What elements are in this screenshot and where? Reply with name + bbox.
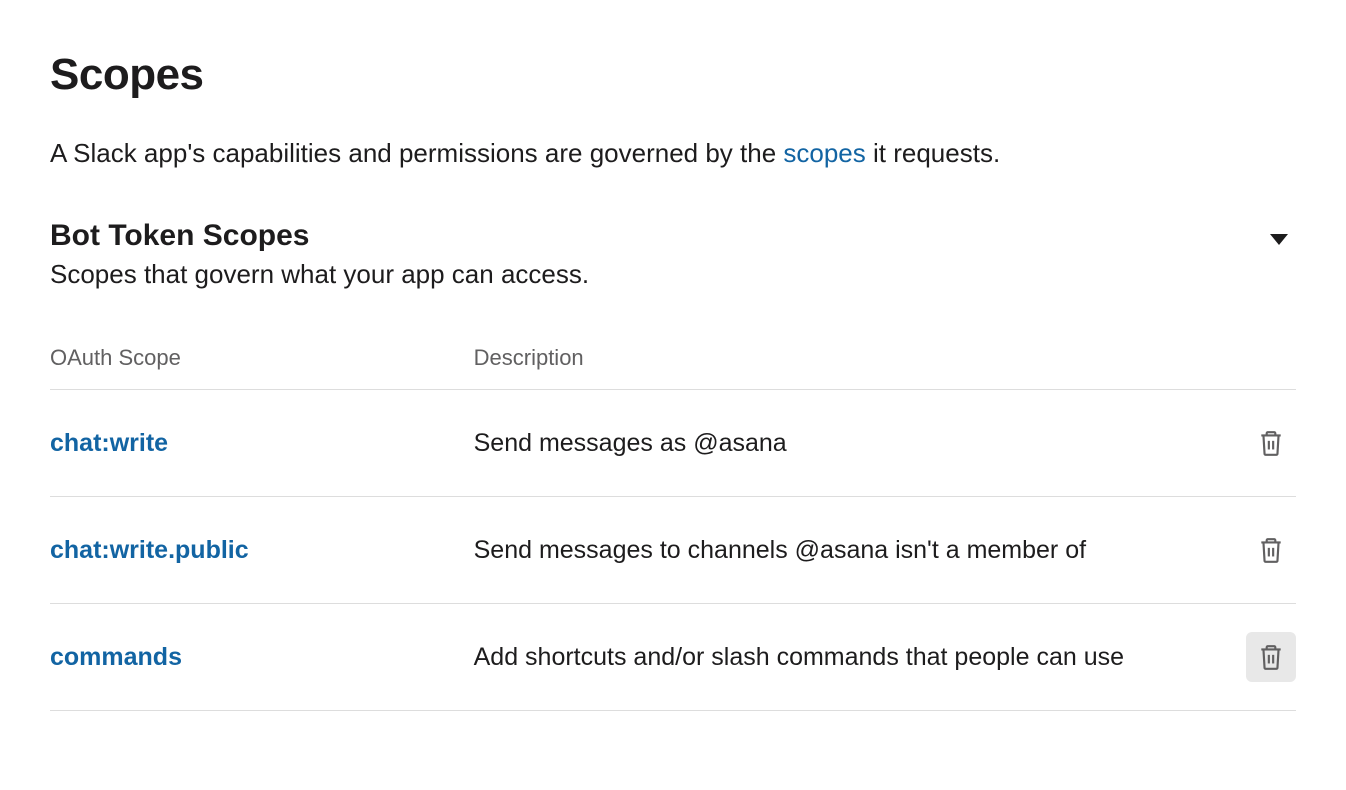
- trash-icon: [1258, 429, 1284, 457]
- scope-desc: Send messages to channels @asana isn't a…: [474, 536, 1086, 564]
- scope-desc: Send messages as @asana: [474, 429, 787, 457]
- col-header-description: Description: [474, 345, 584, 370]
- col-header-scope: OAuth Scope: [50, 345, 181, 370]
- trash-icon: [1258, 643, 1284, 671]
- delete-scope-button[interactable]: [1246, 632, 1296, 682]
- trash-icon: [1258, 536, 1284, 564]
- table-row: chat:write.public Send messages to chann…: [50, 497, 1296, 604]
- delete-scope-button[interactable]: [1246, 418, 1296, 468]
- table-row: chat:write Send messages as @asana: [50, 390, 1296, 497]
- section-header-row: Bot Token Scopes: [50, 219, 1296, 259]
- chevron-down-icon: [1270, 234, 1288, 245]
- scope-link-chat-write[interactable]: chat:write: [50, 429, 168, 457]
- bot-token-scopes-heading: Bot Token Scopes: [50, 219, 309, 253]
- collapse-toggle[interactable]: [1262, 226, 1296, 253]
- bot-token-scopes-subtitle: Scopes that govern what your app can acc…: [50, 259, 1296, 290]
- page-title: Scopes: [50, 50, 1296, 100]
- scopes-link[interactable]: scopes: [783, 138, 865, 168]
- page-intro: A Slack app's capabilities and permissio…: [50, 135, 1296, 171]
- intro-suffix: it requests.: [866, 138, 1000, 168]
- scope-link-commands[interactable]: commands: [50, 643, 182, 671]
- intro-prefix: A Slack app's capabilities and permissio…: [50, 138, 783, 168]
- scopes-table: OAuth Scope Description chat:write Send …: [50, 345, 1296, 711]
- table-header: OAuth Scope Description: [50, 345, 1296, 390]
- scope-desc: Add shortcuts and/or slash commands that…: [474, 643, 1124, 671]
- scope-link-chat-write-public[interactable]: chat:write.public: [50, 536, 249, 564]
- delete-scope-button[interactable]: [1246, 525, 1296, 575]
- table-row: commands Add shortcuts and/or slash comm…: [50, 604, 1296, 711]
